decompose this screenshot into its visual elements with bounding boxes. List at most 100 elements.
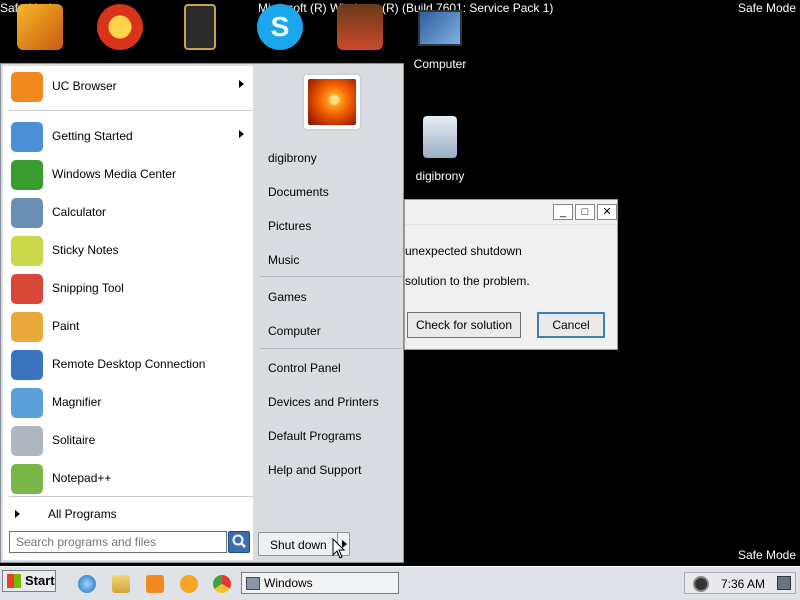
program-item[interactable]: Remote Desktop Connection <box>7 346 247 382</box>
program-icon <box>11 72 43 102</box>
places-link[interactable]: Control Panel <box>268 361 341 375</box>
user-folder-icon <box>423 116 457 158</box>
dialog-message-line2: solution to the problem. <box>405 274 530 288</box>
places-link[interactable]: Pictures <box>268 219 311 233</box>
user-avatar <box>308 79 356 125</box>
search-input[interactable] <box>9 531 227 553</box>
search-icon <box>232 534 246 548</box>
program-icon <box>11 274 43 304</box>
program-item[interactable]: Paint <box>7 308 247 344</box>
program-item[interactable]: Calculator <box>7 194 247 230</box>
start-menu: UC Browser Getting Started Windows Media C… <box>0 63 404 563</box>
maximize-button[interactable]: □ <box>575 204 595 220</box>
clock[interactable]: 7:36 AM <box>721 577 765 591</box>
angry-birds-seasons-icon <box>337 4 383 50</box>
system-tray: 7:36 AM <box>684 572 796 594</box>
program-item[interactable]: Notepad++ <box>7 460 247 496</box>
action-center-icon[interactable] <box>777 576 791 590</box>
window-app-icon <box>246 577 260 590</box>
all-programs-label: All Programs <box>48 507 117 521</box>
program-label: Snipping Tool <box>52 281 124 295</box>
safe-mode-label-bottom-right: Safe Mode <box>737 548 796 562</box>
desktop-icon-digibrony[interactable]: digibrony <box>400 112 480 183</box>
start-button[interactable]: Start <box>2 570 56 592</box>
cancel-button[interactable]: Cancel <box>537 312 605 338</box>
taskbar: Start Windows 7:36 AM <box>0 566 800 600</box>
program-label: Calculator <box>52 205 107 219</box>
program-label: Getting Started <box>52 129 133 143</box>
divider <box>9 110 253 111</box>
desktop-icon-angry-birds[interactable] <box>320 0 400 60</box>
windows-logo-icon <box>7 574 21 588</box>
program-label: Magnifier <box>52 395 102 409</box>
all-programs-item[interactable]: All Programs <box>11 505 251 525</box>
zuma-icon <box>17 4 63 50</box>
places-link[interactable]: Music <box>268 253 299 267</box>
program-item[interactable]: UC Browser <box>7 68 247 104</box>
dialog-message-line1: unexpected shutdown <box>405 244 522 258</box>
desktop-icon-pacman[interactable] <box>80 0 160 60</box>
taskbar-window-button[interactable]: Windows <box>241 572 399 594</box>
program-icon <box>11 350 43 380</box>
desktop-icon-lol[interactable] <box>160 0 240 60</box>
programs-pane: UC Browser Getting Started Windows Media C… <box>3 66 253 560</box>
program-icon <box>11 160 43 190</box>
places-pane: digibrony Documents Pictures Music Games Comp… <box>256 66 402 560</box>
places-link[interactable]: Default Programs <box>268 429 361 443</box>
lol-icon <box>184 4 216 50</box>
program-icon <box>11 236 43 266</box>
close-button[interactable]: ✕ <box>597 204 617 220</box>
desktop-icon-skype[interactable]: S <box>240 0 320 60</box>
program-label: Sticky Notes <box>52 243 119 257</box>
taskbar-window-label: Windows <box>264 576 313 590</box>
places-link[interactable]: Computer <box>268 324 321 338</box>
desktop-icon-label: Computer <box>413 57 467 71</box>
program-label: UC Browser <box>52 79 117 93</box>
places-link[interactable]: Help and Support <box>268 463 361 477</box>
shut-down-label: Shut down <box>270 538 327 552</box>
start-label: Start <box>25 573 55 588</box>
search-button[interactable] <box>228 531 250 553</box>
program-label: Windows Media Center <box>52 167 177 181</box>
program-item[interactable]: Sticky Notes <box>7 232 247 268</box>
program-icon <box>11 464 43 494</box>
dialog-titlebar[interactable]: _ □ ✕ <box>405 200 617 225</box>
program-icon <box>11 426 43 456</box>
divider <box>260 348 402 349</box>
program-label: Paint <box>52 319 80 333</box>
program-label: Solitaire <box>52 433 96 447</box>
skype-icon: S <box>257 4 303 50</box>
places-link[interactable]: digibrony <box>268 151 317 165</box>
places-link[interactable]: Documents <box>268 185 329 199</box>
desktop-icon-zuma[interactable] <box>0 0 80 60</box>
program-item[interactable]: Snipping Tool <box>7 270 247 306</box>
places-link[interactable]: Devices and Printers <box>268 395 379 409</box>
user-picture[interactable] <box>302 73 362 131</box>
uc-browser-icon[interactable] <box>180 575 198 593</box>
divider <box>260 276 402 277</box>
network-icon[interactable] <box>693 576 709 592</box>
chrome-icon[interactable] <box>213 575 231 593</box>
desktop-icon-computer[interactable]: Computer <box>400 0 480 71</box>
explorer-icon[interactable] <box>112 575 130 593</box>
divider <box>9 496 253 497</box>
program-icon <box>11 122 43 152</box>
expand-arrow-icon <box>15 510 20 518</box>
minimize-button[interactable]: _ <box>553 204 573 220</box>
program-label: Notepad++ <box>52 471 112 485</box>
program-item[interactable]: Magnifier <box>7 384 247 420</box>
pacman-icon <box>97 4 143 50</box>
internet-explorer-icon[interactable] <box>78 575 96 593</box>
error-dialog: _ □ ✕ unexpected shutdown solution to th… <box>404 199 618 350</box>
desktop-icon-label: digibrony <box>415 169 465 183</box>
media-player-icon[interactable] <box>146 575 164 593</box>
submenu-arrow-icon[interactable] <box>239 130 244 138</box>
program-item[interactable]: Solitaire <box>7 422 247 458</box>
safe-mode-label-top-right: Safe Mode <box>737 1 796 15</box>
check-for-solution-button[interactable]: Check for solution <box>407 312 521 338</box>
computer-icon <box>418 10 462 46</box>
places-link[interactable]: Games <box>268 290 307 304</box>
program-item[interactable]: Windows Media Center <box>7 156 247 192</box>
submenu-arrow-icon[interactable] <box>239 80 244 88</box>
program-item[interactable]: Getting Started <box>7 118 247 154</box>
